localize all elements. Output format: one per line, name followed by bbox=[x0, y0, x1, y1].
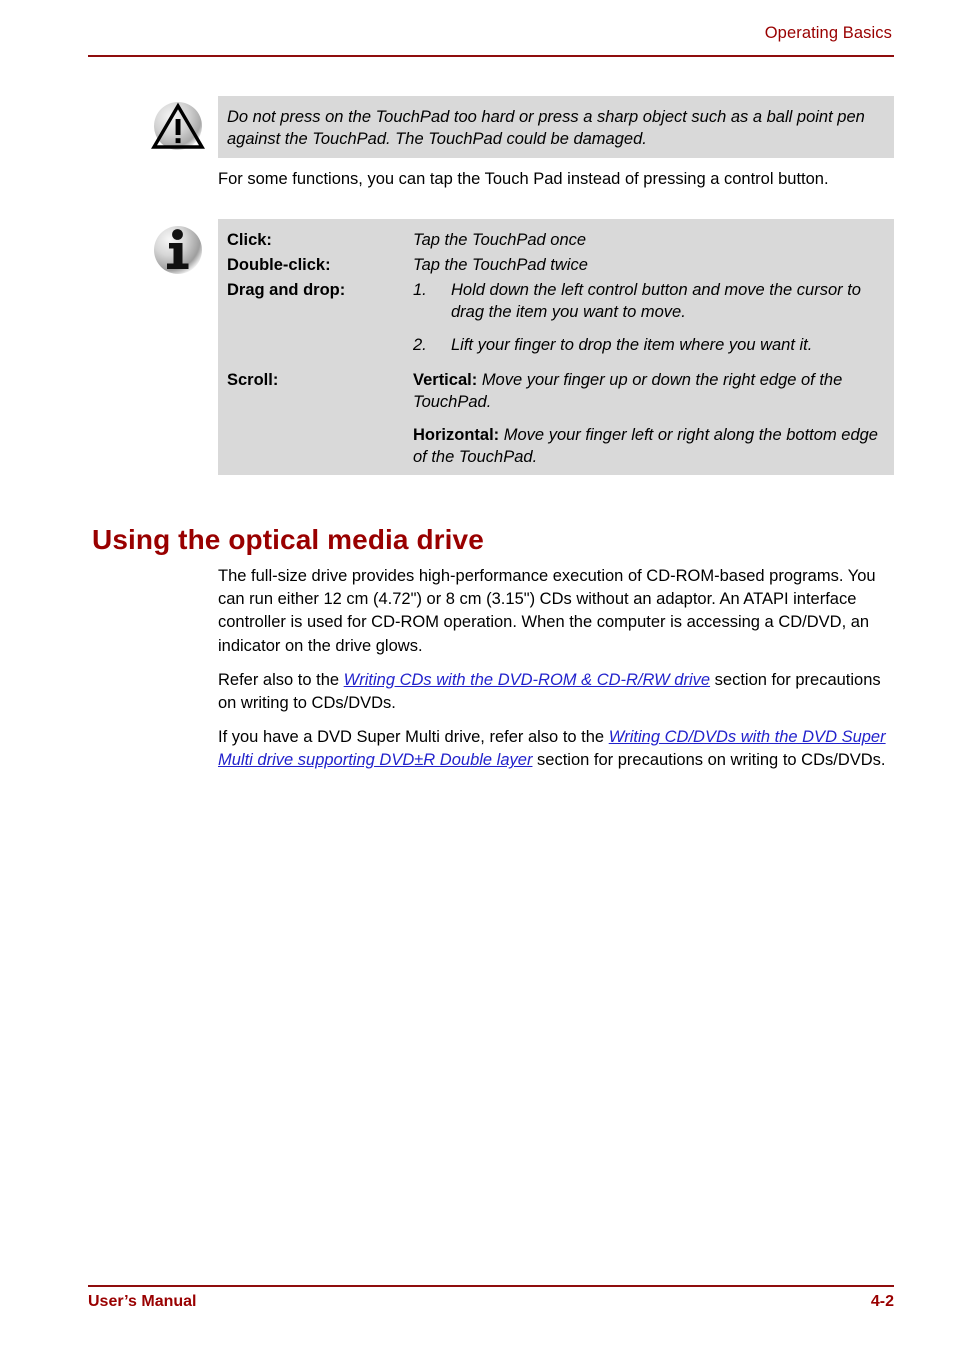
definition-double-click: Tap the TouchPad twice bbox=[413, 256, 588, 274]
manual-page: Operating Basics Do not press on the Tou… bbox=[0, 0, 954, 1351]
scroll-vertical-line: Vertical: Move your finger up or down th… bbox=[413, 369, 882, 413]
paragraph-refer-supermulti-prefix: If you have a DVD Super Multi drive, ref… bbox=[218, 728, 609, 747]
term-drag-and-drop: Drag and drop: bbox=[227, 281, 346, 299]
term-click: Click: bbox=[227, 231, 272, 249]
drag-step-2-number: 2. bbox=[413, 336, 427, 354]
header-divider bbox=[88, 55, 894, 57]
scroll-horizontal-line: Horizontal: Move your finger left or rig… bbox=[413, 424, 882, 468]
scroll-vertical-label: Vertical: bbox=[413, 371, 478, 389]
table-row: Click: Tap the TouchPad once bbox=[227, 229, 882, 254]
step-spacer bbox=[413, 325, 882, 334]
footer-document-title: User’s Manual bbox=[88, 1293, 197, 1310]
warning-triangle-icon bbox=[150, 99, 206, 155]
footer-divider bbox=[88, 1285, 894, 1287]
definition-click: Tap the TouchPad once bbox=[413, 231, 587, 249]
spacer-cell-left bbox=[227, 361, 413, 369]
drag-step-1-text: Hold down the left control button and mo… bbox=[451, 281, 861, 321]
scroll-vertical-text: Move your finger up or down the right ed… bbox=[413, 371, 843, 411]
link-writing-cds-dvdrom-cdrrw[interactable]: Writing CDs with the DVD-ROM & CD-R/RW d… bbox=[344, 671, 710, 689]
definition-scroll: Vertical: Move your finger up or down th… bbox=[413, 369, 882, 471]
warning-callout-text: Do not press on the TouchPad too hard or… bbox=[227, 108, 865, 148]
page-footer: User’s Manual 4-2 bbox=[88, 1293, 894, 1311]
spacer-cell-right bbox=[413, 361, 882, 369]
table-row: Drag and drop: 1. Hold down the left con… bbox=[227, 279, 882, 361]
drag-step-1-number: 1. bbox=[413, 281, 427, 299]
paragraph-refer-supermulti: If you have a DVD Super Multi drive, ref… bbox=[218, 726, 894, 772]
touchpad-actions-table: Click: Tap the TouchPad once Double-clic… bbox=[227, 229, 882, 471]
drag-step-2: 2. Lift your finger to drop the item whe… bbox=[413, 334, 882, 356]
intro-paragraph-block: For some functions, you can tap the Touc… bbox=[218, 168, 894, 202]
info-callout: Click: Tap the TouchPad once Double-clic… bbox=[218, 219, 894, 475]
table-row: Scroll: Vertical: Move your finger up or… bbox=[227, 369, 882, 471]
term-double-click: Double-click: bbox=[227, 256, 331, 274]
row-spacer bbox=[227, 361, 882, 369]
footer-page-number: 4-2 bbox=[870, 1293, 894, 1310]
header-title: Operating Basics bbox=[764, 24, 892, 42]
section-body: The full-size drive provides high-perfor… bbox=[218, 565, 894, 784]
drag-step-1: 1. Hold down the left control button and… bbox=[413, 279, 882, 323]
scroll-spacer bbox=[413, 413, 882, 424]
drag-step-2-text: Lift your finger to drop the item where … bbox=[451, 336, 813, 354]
information-icon bbox=[150, 222, 206, 278]
intro-paragraph: For some functions, you can tap the Touc… bbox=[218, 170, 829, 188]
paragraph-refer-supermulti-suffix: section for precautions on writing to CD… bbox=[532, 751, 886, 770]
page-title: Using the optical media drive bbox=[92, 523, 484, 555]
warning-callout: Do not press on the TouchPad too hard or… bbox=[218, 96, 894, 158]
paragraph-refer-cdrw: Refer also to the Writing CDs with the D… bbox=[218, 669, 894, 715]
scroll-horizontal-label: Horizontal: bbox=[413, 426, 500, 444]
paragraph-drive-overview: The full-size drive provides high-perfor… bbox=[218, 567, 876, 655]
term-scroll: Scroll: bbox=[227, 371, 279, 389]
table-row: Double-click: Tap the TouchPad twice bbox=[227, 254, 882, 279]
page-header: Operating Basics bbox=[88, 24, 894, 43]
definition-drag-and-drop: 1. Hold down the left control button and… bbox=[413, 279, 882, 361]
paragraph-refer-cdrw-prefix: Refer also to the bbox=[218, 670, 344, 689]
